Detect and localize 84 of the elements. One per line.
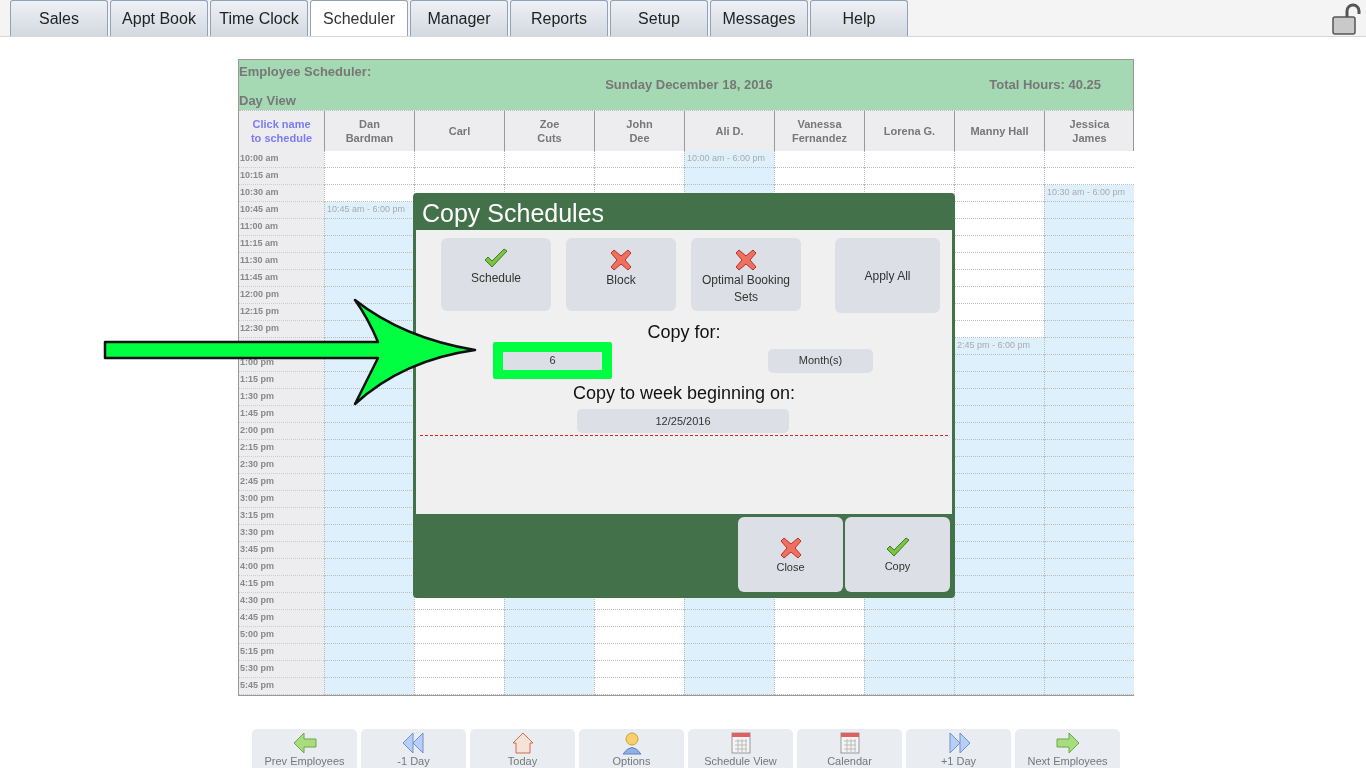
time-label: 5:45 pm xyxy=(240,679,274,693)
time-label: 1:00 pm xyxy=(240,356,274,370)
nav-button[interactable]: +1 Day xyxy=(906,729,1011,768)
arrow-left-icon xyxy=(291,731,318,755)
time-label: 2:15 pm xyxy=(240,441,274,455)
time-label: 11:45 am xyxy=(240,271,279,285)
nav-button[interactable]: Next Employees xyxy=(1015,729,1120,768)
check-icon xyxy=(884,536,911,559)
shift-time: 2:45 pm - 6:00 pm xyxy=(957,339,1031,353)
count-field[interactable]: 6 xyxy=(503,351,602,370)
week-label: Copy to week beginning on: xyxy=(572,383,796,403)
scheduled-slot[interactable]: 10:30 am - 6:00 pm xyxy=(1044,185,1134,202)
nav-button[interactable]: Schedule View xyxy=(688,729,793,768)
time-label: 5:30 pm xyxy=(240,662,274,676)
time-label: 10:30 am xyxy=(240,186,279,200)
nav-tab[interactable]: Sales xyxy=(10,0,108,36)
time-label: 4:15 pm xyxy=(240,577,274,591)
time-label: 11:00 am xyxy=(240,220,279,234)
date-title: Sunday December 18, 2016 xyxy=(604,76,774,95)
arrow-right-icon xyxy=(1054,731,1081,755)
nav-tab[interactable]: Help xyxy=(810,0,908,36)
nav-button[interactable]: Prev Employees xyxy=(252,729,357,768)
option-toggle[interactable]: Optimal Booking Sets xyxy=(691,238,801,311)
nav-tab[interactable]: Setup xyxy=(610,0,708,36)
shift-time: 10:45 am - 6:00 pm xyxy=(327,203,406,217)
time-label: 12:30 pm xyxy=(240,322,280,336)
shift-time: 10:00 am - 6:00 pm xyxy=(687,152,766,166)
shift-time: 10:30 am - 6:00 pm xyxy=(1047,186,1126,200)
time-label: 1:45 pm xyxy=(240,407,274,421)
time-label: 1:30 pm xyxy=(240,390,274,404)
time-label: 2:30 pm xyxy=(240,458,274,472)
option-toggle[interactable]: Block xyxy=(566,238,676,311)
nav-button[interactable]: Options xyxy=(579,729,684,768)
time-label: 12:15 pm xyxy=(240,305,280,319)
time-label: 3:45 pm xyxy=(240,543,274,557)
scheduled-slot[interactable]: 10:00 am - 6:00 pm xyxy=(684,151,774,168)
close-button[interactable]: Close xyxy=(738,517,843,592)
nav-tab[interactable]: Messages xyxy=(710,0,808,36)
scheduled-slot[interactable]: 2:45 pm - 6:00 pm xyxy=(954,338,1044,355)
nav-tab[interactable]: Time Clock xyxy=(210,0,308,36)
scheduled-slot[interactable]: 10:45 am - 6:00 pm xyxy=(324,202,414,219)
check-icon xyxy=(483,248,509,270)
time-label: 3:00 pm xyxy=(240,492,274,506)
nav-tab[interactable]: Scheduler xyxy=(310,0,408,36)
cross-icon xyxy=(609,248,633,272)
copy-for-label: Copy for: xyxy=(647,322,721,342)
apply-all-button[interactable]: Apply All xyxy=(835,238,940,313)
cross-icon xyxy=(734,248,758,272)
time-label: 5:00 pm xyxy=(240,628,274,642)
scheduler-title: Employee Scheduler: xyxy=(239,63,373,81)
copy-button[interactable]: Copy xyxy=(845,517,950,592)
padlock-icon[interactable] xyxy=(1331,3,1362,35)
nav-button[interactable]: -1 Day xyxy=(361,729,466,768)
option-toggle[interactable]: Schedule xyxy=(441,238,551,311)
cross-icon xyxy=(778,535,803,560)
nav-tab[interactable]: Appt Book xyxy=(110,0,208,36)
nav-button[interactable]: Calendar xyxy=(797,729,902,768)
schedule-hint: to schedule xyxy=(250,131,313,145)
nav-button[interactable]: Today xyxy=(470,729,575,768)
time-label: 3:15 pm xyxy=(240,509,274,523)
time-label: 12:00 pm xyxy=(240,288,280,302)
dialog-title: Copy Schedules xyxy=(422,200,605,226)
rewind-icon xyxy=(400,731,427,755)
time-label: 11:30 am xyxy=(240,254,279,268)
scheduled-slot[interactable] xyxy=(324,389,414,406)
time-label: 10:45 am xyxy=(240,203,279,217)
time-label: 4:00 pm xyxy=(240,560,274,574)
nav-tab[interactable]: Manager xyxy=(410,0,508,36)
time-label: 1:15 pm xyxy=(240,373,274,387)
time-label: 2:00 pm xyxy=(240,424,274,438)
unit-select[interactable]: Month(s) xyxy=(768,348,873,373)
time-label: 3:30 pm xyxy=(240,526,274,540)
time-label: 4:30 pm xyxy=(240,594,274,608)
time-label: 11:15 am xyxy=(240,237,279,251)
time-label: 10:15 am xyxy=(240,169,279,183)
schedule-hint: Click name xyxy=(252,117,311,131)
time-label: 5:15 pm xyxy=(240,645,274,659)
date-field[interactable]: 12/25/2016 xyxy=(577,409,789,433)
time-label: 10:00 am xyxy=(240,152,279,166)
time-label: 2:45 pm xyxy=(240,475,274,489)
time-label: 4:45 pm xyxy=(240,611,274,625)
nav-tab[interactable]: Reports xyxy=(510,0,608,36)
view-title: Day View xyxy=(239,91,297,110)
total-hours: Total Hours: 40.25 xyxy=(988,76,1102,95)
